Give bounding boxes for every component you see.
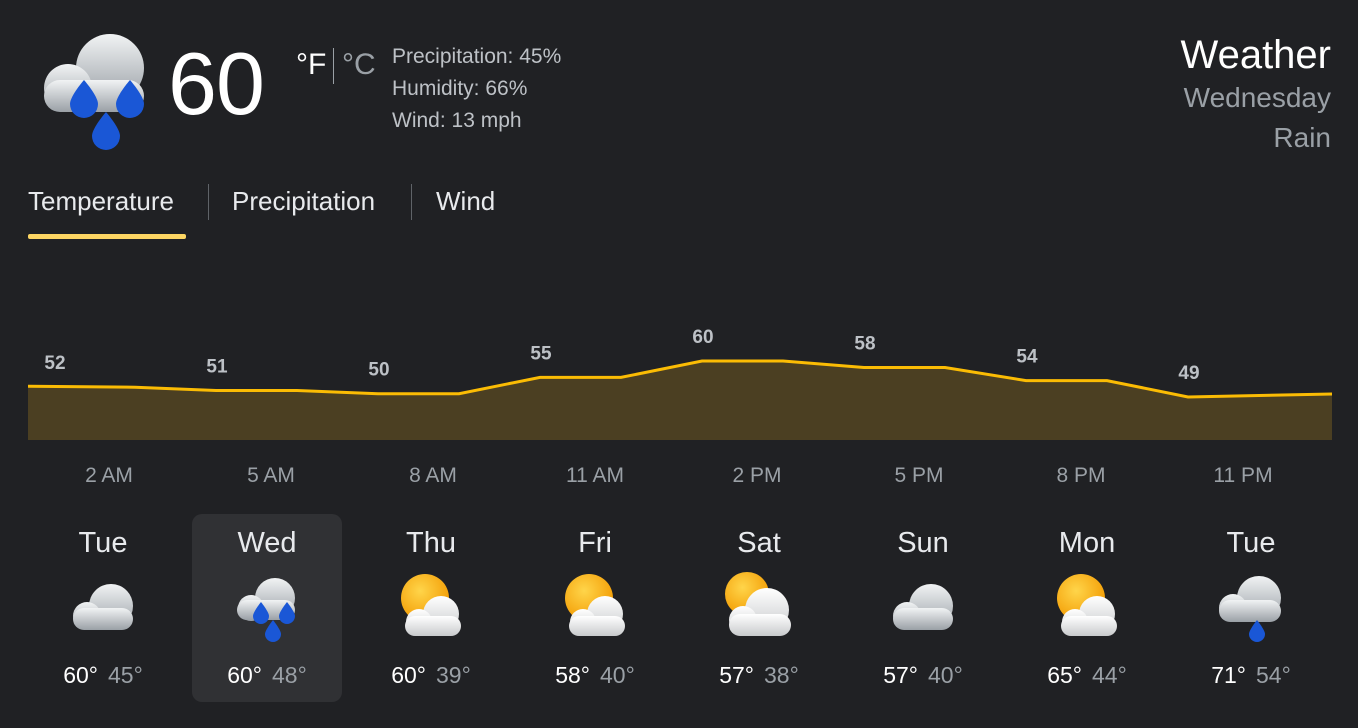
day-name: Sat xyxy=(737,527,781,559)
day-temps: 65° 44° xyxy=(1012,662,1162,689)
day-temps: 57° 38° xyxy=(684,662,834,689)
day-temps: 57° 40° xyxy=(848,662,998,689)
unit-divider xyxy=(333,48,334,84)
partly-cloudy-icon xyxy=(725,572,791,636)
tab-selected-indicator xyxy=(28,234,186,239)
high-temp: 60° xyxy=(391,662,426,688)
day-tue-next[interactable]: Tue 71° 54° xyxy=(1176,514,1326,702)
hour-label: 2 AM xyxy=(85,464,133,487)
humidity-detail: Humidity: 66% xyxy=(392,77,528,100)
tab-precipitation[interactable]: Precipitation xyxy=(232,186,375,217)
day-name: Fri xyxy=(578,527,612,559)
temperature-point-label: 60 xyxy=(692,327,713,348)
temperature-point-label: 58 xyxy=(854,334,875,355)
rain-icon xyxy=(44,34,144,150)
day-mon[interactable]: Mon 65° 44° xyxy=(1012,514,1162,702)
high-temp: 71° xyxy=(1211,662,1246,688)
day-name: Tue xyxy=(1226,527,1276,559)
day-temps: 60° 48° xyxy=(192,662,342,689)
wind-detail: Wind: 13 mph xyxy=(392,109,522,132)
temperature-point-label: 52 xyxy=(44,353,65,374)
partly-cloudy-icon xyxy=(401,574,461,636)
unit-celsius-toggle[interactable]: °C xyxy=(342,48,376,82)
high-temp: 65° xyxy=(1047,662,1082,688)
temperature-chart: 52 51 50 55 60 58 54 49 xyxy=(28,327,1332,440)
day-temps: 71° 54° xyxy=(1176,662,1326,689)
day-sun[interactable]: Sun 57° 40° xyxy=(848,514,998,702)
low-temp: 40° xyxy=(600,662,635,688)
hour-label: 8 AM xyxy=(409,464,457,487)
day-temps: 60° 39° xyxy=(356,662,506,689)
day-temps: 60° 45° xyxy=(28,662,178,689)
hour-label: 5 AM xyxy=(247,464,295,487)
low-temp: 48° xyxy=(272,662,307,688)
weather-header: Weather Wednesday Rain xyxy=(1181,32,1331,158)
tab-divider xyxy=(411,184,412,220)
temperature-point-label: 49 xyxy=(1178,363,1199,384)
temperature-point-label: 51 xyxy=(206,356,228,377)
tab-divider xyxy=(208,184,209,220)
low-temp: 40° xyxy=(928,662,963,688)
low-temp: 44° xyxy=(1092,662,1127,688)
day-sat[interactable]: Sat 57° 38° xyxy=(684,514,834,702)
hour-label: 5 PM xyxy=(894,464,944,487)
low-temp: 45° xyxy=(108,662,143,688)
weather-condition: Rain xyxy=(1273,122,1331,153)
hour-label: 11 AM xyxy=(566,464,624,487)
hour-label: 11 PM xyxy=(1213,464,1273,487)
low-temp: 39° xyxy=(436,662,471,688)
day-name: Thu xyxy=(406,527,456,559)
temperature-point-label: 55 xyxy=(530,343,552,364)
low-temp: 54° xyxy=(1256,662,1291,688)
rain-icon xyxy=(237,578,295,642)
hour-label: 8 PM xyxy=(1056,464,1106,487)
weather-title: Weather xyxy=(1180,33,1331,77)
day-fri[interactable]: Fri 58° 40° xyxy=(520,514,670,702)
high-temp: 57° xyxy=(719,662,754,688)
temperature-point-label: 50 xyxy=(368,360,389,381)
day-wed[interactable]: Wed 60° 48° xyxy=(192,514,342,702)
cloudy-icon xyxy=(73,584,133,630)
high-temp: 57° xyxy=(883,662,918,688)
partly-cloudy-icon xyxy=(565,574,625,636)
day-tue[interactable]: Tue 60° 45° xyxy=(28,514,178,702)
high-temp: 58° xyxy=(555,662,590,688)
day-name: Sun xyxy=(897,527,949,559)
tab-temperature[interactable]: Temperature xyxy=(28,186,174,217)
hour-label: 2 PM xyxy=(732,464,782,487)
temperature-point-label: 54 xyxy=(1016,347,1038,368)
light-rain-icon xyxy=(1219,576,1281,642)
precipitation-detail: Precipitation: 45% xyxy=(392,45,562,68)
day-name: Mon xyxy=(1058,527,1116,559)
high-temp: 60° xyxy=(63,662,98,688)
weather-day: Wednesday xyxy=(1183,82,1331,113)
unit-fahrenheit-toggle[interactable]: °F xyxy=(296,48,326,82)
high-temp: 60° xyxy=(227,662,262,688)
day-temps: 58° 40° xyxy=(520,662,670,689)
day-name: Tue xyxy=(78,527,128,559)
current-temperature: 60 xyxy=(168,34,265,133)
day-name: Wed xyxy=(237,527,297,559)
day-thu[interactable]: Thu 60° 39° xyxy=(356,514,506,702)
tab-wind[interactable]: Wind xyxy=(436,186,495,217)
low-temp: 38° xyxy=(764,662,799,688)
partly-cloudy-icon xyxy=(1057,574,1117,636)
cloudy-icon xyxy=(893,584,953,630)
